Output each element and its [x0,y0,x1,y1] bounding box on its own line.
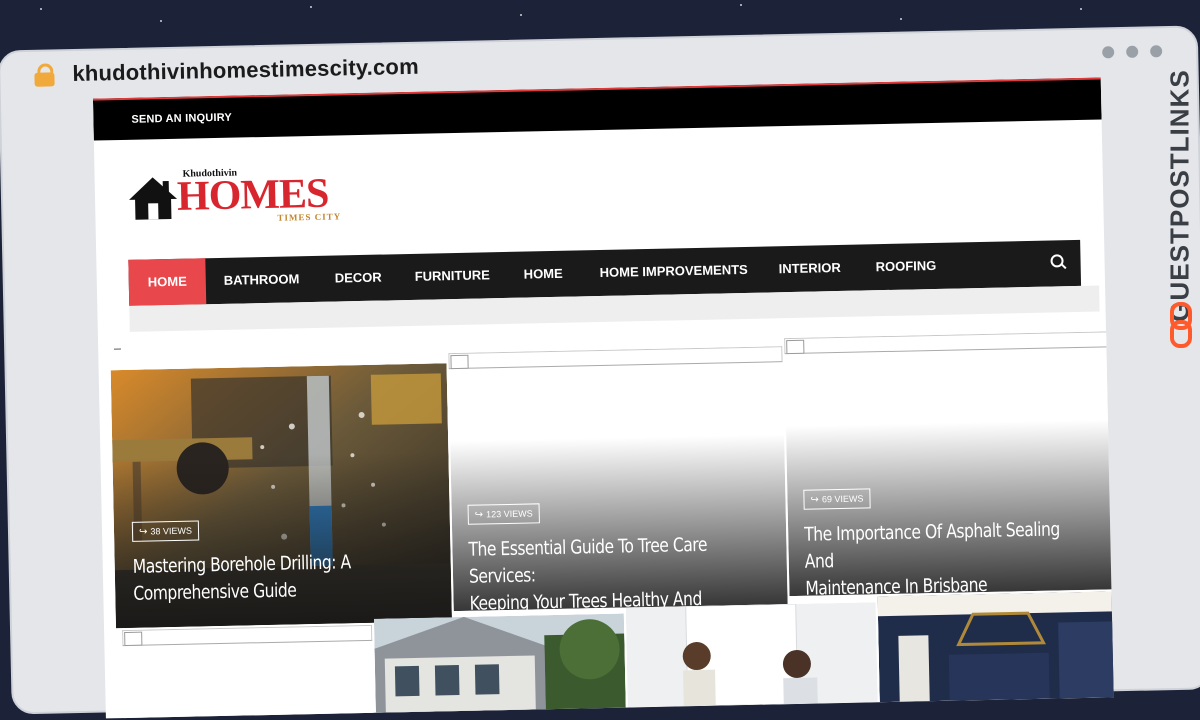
views-badge: ↪ 69 VIEWS [803,488,871,510]
post-thumbnail[interactable] [625,602,878,708]
featured-title[interactable]: The Essential Guide To Tree Care Service… [468,531,731,611]
painting-wall-image [625,602,878,708]
views-badge: ↪ 123 VIEWS [467,503,540,525]
broken-image-icon [124,631,143,647]
lock-icon [34,63,55,87]
nav-item-home-2[interactable]: HOME [504,250,582,298]
share-icon: ↪ [138,526,148,538]
nav-item-furniture[interactable]: FURNITURE [395,252,509,300]
page-viewport: SEND AN INQUIRY Khudothivin HOMES TIMES … [92,77,1114,719]
nav-item-bathroom[interactable]: BATHROOM [204,256,319,304]
badge-text: GUESTPOSTLINKS [1164,69,1195,322]
nav-item-home-improvements[interactable]: HOME IMPROVEMENTS [580,246,767,296]
featured-card[interactable]: ↪ 69 VIEWS The Importance Of Asphalt Seal… [784,331,1114,597]
site-logo[interactable]: Khudothivin HOMES TIMES CITY [126,163,357,228]
search-icon[interactable] [1050,254,1067,270]
interior-kitchen-image [877,591,1114,703]
featured-card[interactable]: ↪ 123 VIEWS The Essential Guide To Tree C… [448,346,788,612]
nav-item-home[interactable]: HOME [128,258,207,306]
separator-text: _ [113,336,121,351]
window-controls [1102,45,1163,59]
post-thumbnail[interactable] [373,613,626,719]
post-thumbnail[interactable] [122,624,375,719]
nav-item-roofing[interactable]: ROOFING [856,243,956,291]
broken-image-icon [450,354,469,370]
share-icon: ↪ [810,494,820,506]
url-text[interactable]: khudothivinhomestimescity.com [72,54,419,87]
featured-title[interactable]: The Importance Of Asphalt Sealing And Ma… [804,516,1066,596]
dot-icon [1102,46,1115,59]
share-icon: ↪ [474,509,484,521]
send-inquiry-link[interactable]: SEND AN INQUIRY [131,112,232,126]
browser-window: khudothivinhomestimescity.com SEND AN IN… [0,25,1200,719]
post-thumbnail[interactable] [877,591,1114,703]
nav-item-interior[interactable]: INTERIOR [759,245,860,293]
featured-card[interactable]: ↪ 38 VIEWS Mastering Borehole Drilling: A… [110,363,452,629]
featured-title[interactable]: Mastering Borehole Drilling: A Comprehen… [132,549,351,608]
views-badge: ↪ 38 VIEWS [131,520,200,542]
house-exterior-image [373,613,626,719]
logo-tagline: TIMES CITY [277,211,342,223]
guestpostlinks-badge: GUESTPOSTLINKS [1158,40,1200,370]
house-icon [129,177,178,220]
dot-icon [1126,45,1139,58]
broken-image-icon [786,339,805,355]
nav-item-decor[interactable]: DECOR [315,254,401,302]
